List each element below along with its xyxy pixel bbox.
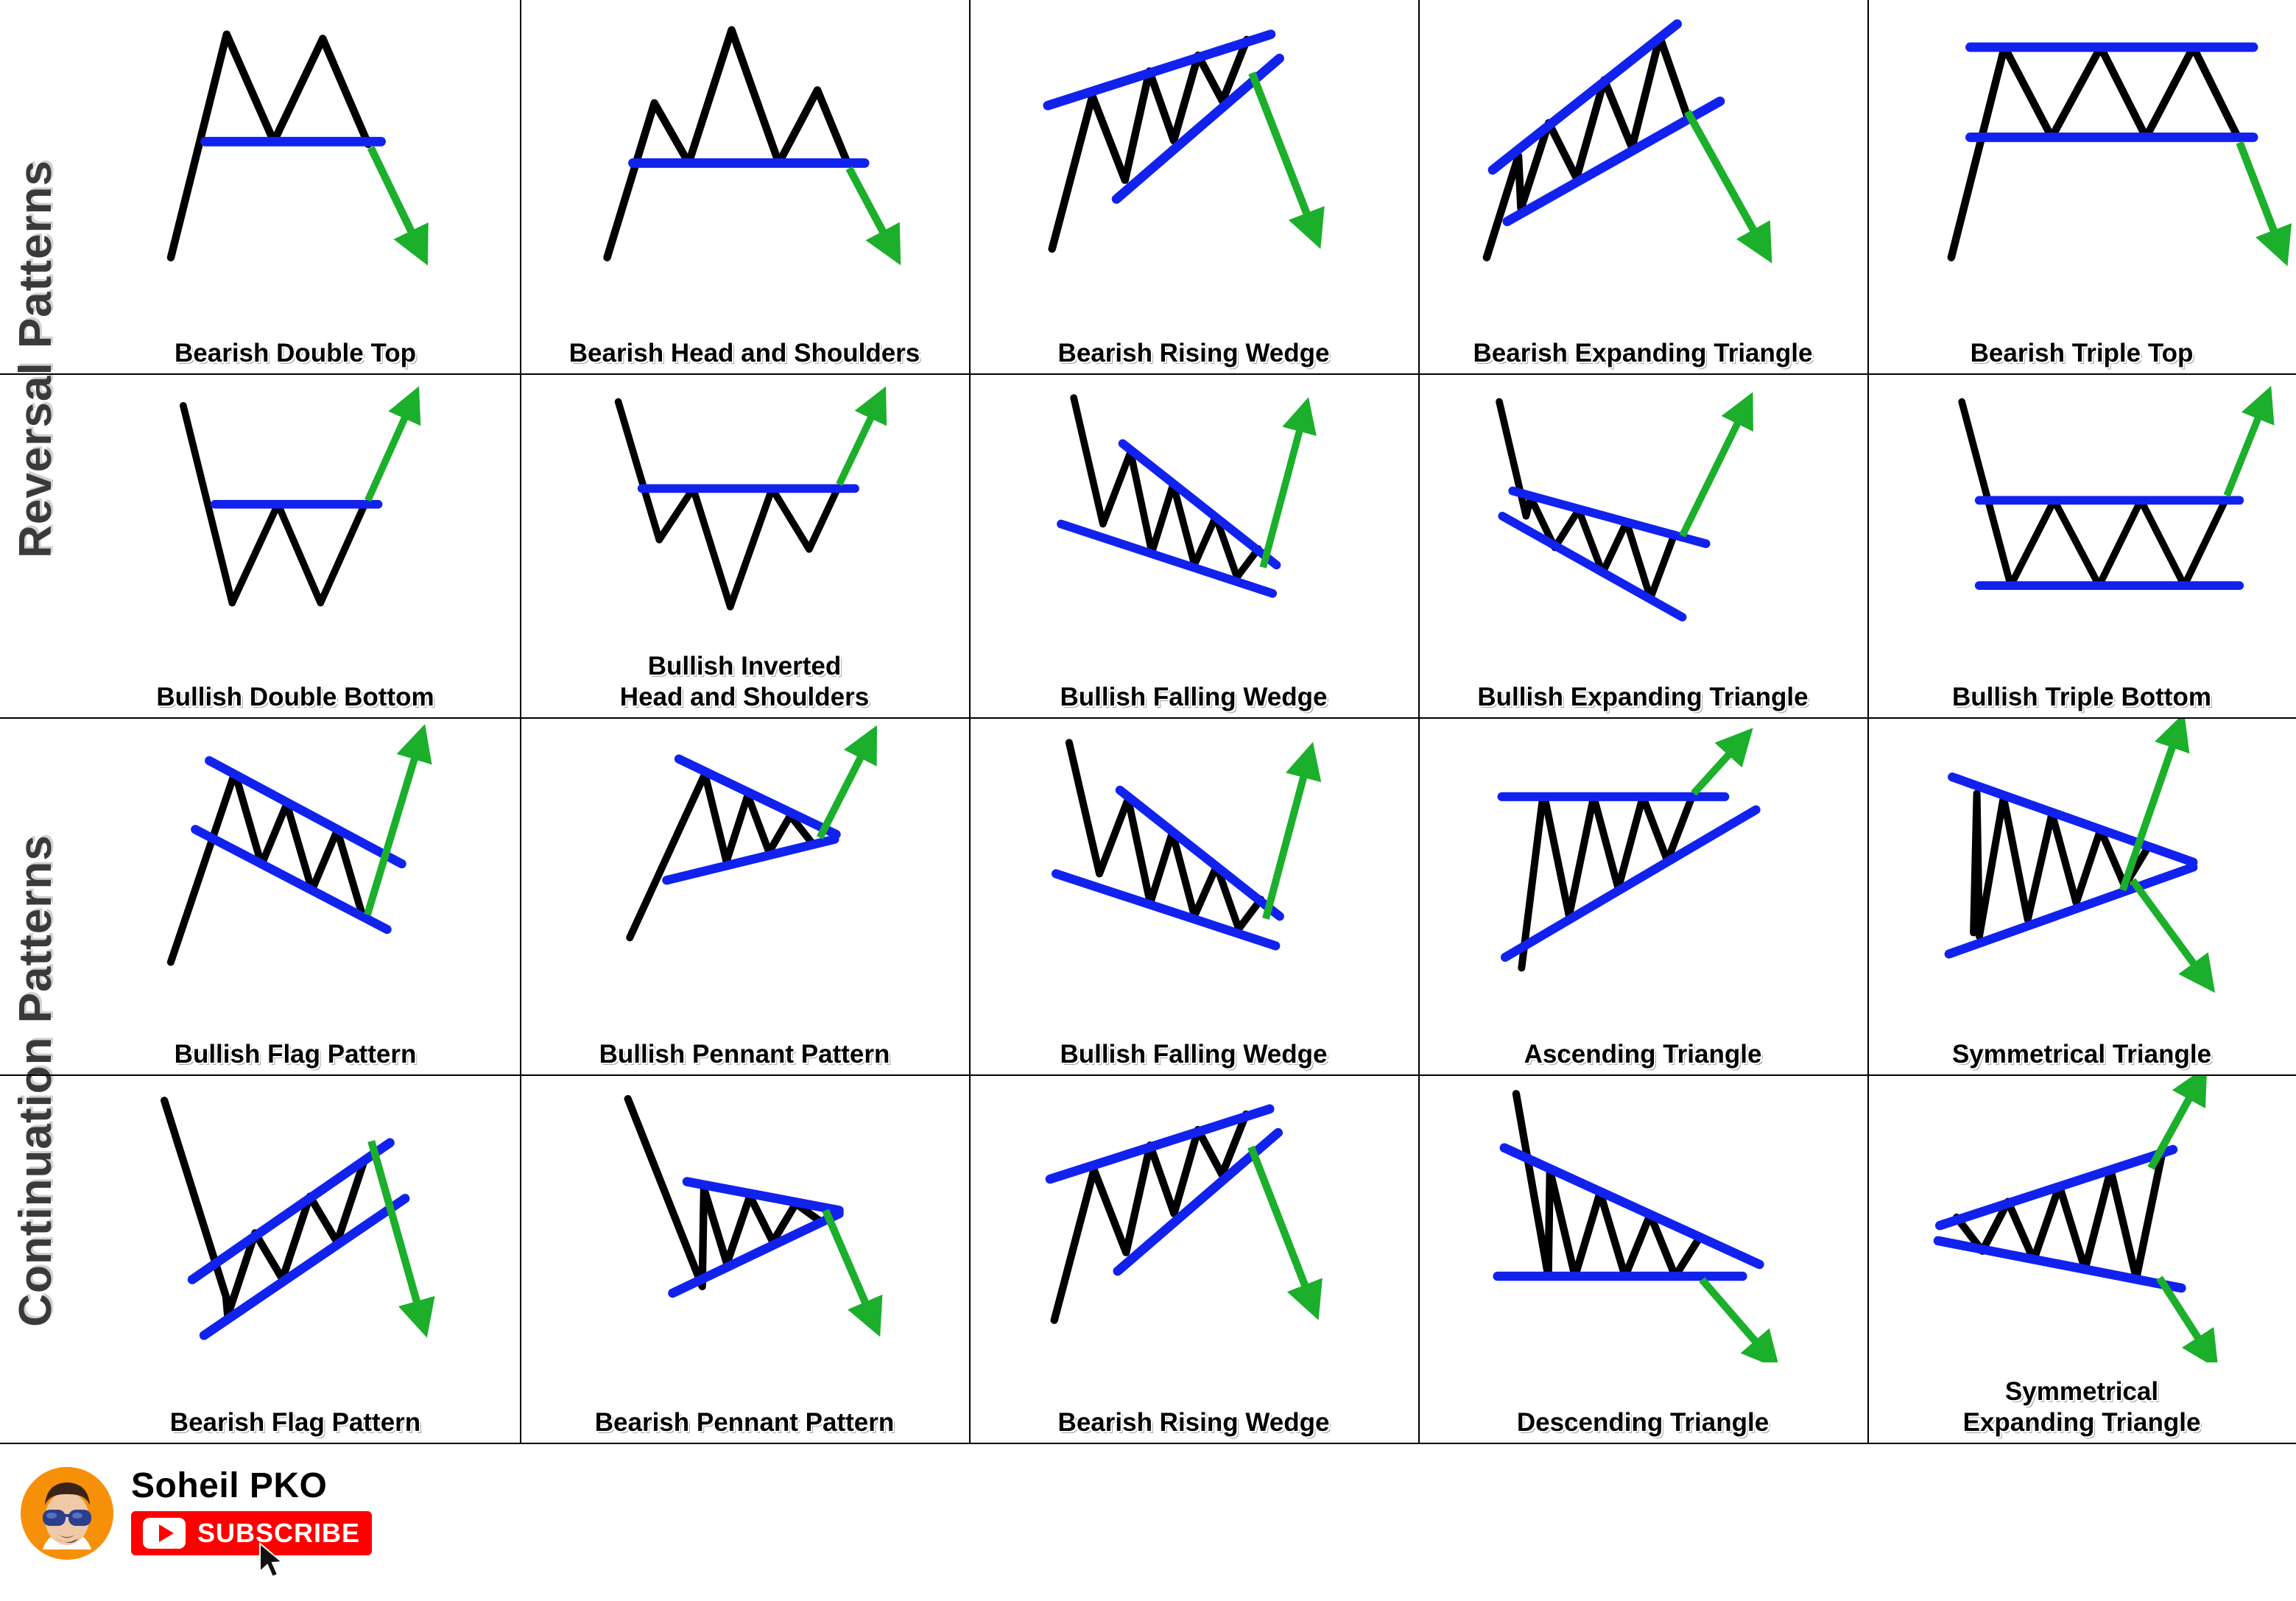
pattern-label: Bearish Expanding Triangle bbox=[1473, 338, 1813, 367]
pattern-cell-bull-flag[interactable]: Bullish Flag Pattern bbox=[71, 718, 520, 1075]
pattern-row: Bullish Flag Pattern Bullish Pennant Patt… bbox=[71, 718, 2296, 1075]
pattern-label: Bullish Falling Wedge bbox=[1060, 682, 1328, 711]
pattern-cell-double-top[interactable]: Bearish Double Top bbox=[71, 0, 520, 374]
pattern-cell-sym-expanding[interactable]: Symmetrical Expanding Triangle bbox=[1867, 1075, 2296, 1443]
pattern-label: Descending Triangle bbox=[1516, 1407, 1769, 1437]
pattern-label: Bearish Triple Top bbox=[1970, 338, 2194, 367]
pattern-diagram-triple-bottom bbox=[1867, 374, 2296, 642]
pattern-label: Bullish Double Bottom bbox=[156, 682, 434, 711]
pattern-cell-inv-head-shoulders[interactable]: Bullish Inverted Head and Shoulders bbox=[520, 374, 969, 718]
pattern-diagram-triple-top bbox=[1867, 0, 2296, 292]
section-label-continuation: Continuation Patterns bbox=[0, 718, 71, 1443]
pattern-label: Bullish Inverted Head and Shoulders bbox=[619, 652, 870, 711]
row-divider bbox=[0, 373, 2296, 375]
column-divider bbox=[520, 0, 521, 1443]
pattern-label: Ascending Triangle bbox=[1524, 1039, 1762, 1069]
pattern-label: Bullish Flag Pattern bbox=[174, 1039, 417, 1069]
pattern-cell-expanding-down[interactable]: Bullish Expanding Triangle bbox=[1418, 374, 1867, 718]
pattern-diagram-inv-head-shoulders bbox=[520, 374, 969, 642]
section-label-reversal: Reversal Patterns bbox=[0, 0, 71, 718]
pattern-diagram-bull-pennant bbox=[520, 718, 969, 996]
column-divider bbox=[1418, 0, 1420, 1443]
pattern-label: Bullish Pennant Pattern bbox=[599, 1039, 890, 1069]
pattern-label: Bearish Pennant Pattern bbox=[594, 1407, 895, 1437]
channel-name: Soheil PKO bbox=[131, 1466, 328, 1505]
pattern-label: Symmetrical Expanding Triangle bbox=[1962, 1377, 2201, 1437]
pattern-row: Bearish Double Top Bearish Head and Shoul… bbox=[71, 0, 2296, 374]
pattern-label: Bullish Falling Wedge bbox=[1060, 1039, 1328, 1069]
pattern-label: Bearish Head and Shoulders bbox=[568, 338, 920, 367]
pattern-cell-double-bottom[interactable]: Bullish Double Bottom bbox=[71, 374, 520, 718]
pattern-cell-bull-pennant[interactable]: Bullish Pennant Pattern bbox=[520, 718, 969, 1075]
pattern-label: Bullish Expanding Triangle bbox=[1477, 682, 1809, 711]
section-rail: Reversal Patterns Continuation Patterns bbox=[0, 0, 71, 1443]
pattern-cell-bear-flag[interactable]: Bearish Flag Pattern bbox=[71, 1075, 520, 1443]
pattern-diagram-bull-flag bbox=[71, 718, 520, 996]
column-divider bbox=[969, 0, 971, 1443]
pattern-diagram-falling-wedge-2 bbox=[969, 718, 1418, 996]
pattern-diagram-falling-wedge bbox=[969, 374, 1418, 642]
pattern-label: Bearish Flag Pattern bbox=[169, 1407, 421, 1437]
pattern-diagram-head-shoulders bbox=[520, 0, 969, 292]
pattern-grid: Bearish Double Top Bearish Head and Shoul… bbox=[71, 0, 2296, 1443]
row-divider bbox=[0, 1443, 2296, 1444]
pattern-cell-falling-wedge-2[interactable]: Bullish Falling Wedge bbox=[969, 718, 1418, 1075]
pattern-diagram-expanding-up bbox=[1418, 0, 1867, 292]
pattern-diagram-rising-wedge-2 bbox=[969, 1075, 1418, 1362]
avatar-face-sunglasses-icon bbox=[21, 1467, 113, 1560]
pattern-diagram-ascending-triangle bbox=[1418, 718, 1867, 996]
pattern-cell-triple-top[interactable]: Bearish Triple Top bbox=[1867, 0, 2296, 374]
pattern-cell-rising-wedge-2[interactable]: Bearish Rising Wedge bbox=[969, 1075, 1418, 1443]
row-divider bbox=[0, 1074, 2296, 1076]
pattern-cell-bear-pennant[interactable]: Bearish Pennant Pattern bbox=[520, 1075, 969, 1443]
pattern-row: Bearish Flag Pattern Bearish Pennant Patt… bbox=[71, 1075, 2296, 1443]
pattern-cell-triple-bottom[interactable]: Bullish Triple Bottom bbox=[1867, 374, 2296, 718]
pattern-diagram-bear-pennant bbox=[520, 1075, 969, 1362]
pattern-row: Bullish Double Bottom Bullish Inverted Hea… bbox=[71, 374, 2296, 718]
mouse-cursor-icon bbox=[258, 1541, 287, 1580]
pattern-diagram-expanding-down bbox=[1418, 374, 1867, 642]
row-divider bbox=[0, 717, 2296, 719]
section-label-reversal-text: Reversal Patterns bbox=[10, 160, 61, 558]
column-divider bbox=[1867, 0, 1869, 1443]
pattern-diagram-double-bottom bbox=[71, 374, 520, 642]
pattern-diagram-descending-triangle bbox=[1418, 1075, 1867, 1362]
pattern-cell-descending-triangle[interactable]: Descending Triangle bbox=[1418, 1075, 1867, 1443]
pattern-diagram-symmetrical-triangle bbox=[1867, 718, 2296, 996]
pattern-cell-expanding-up[interactable]: Bearish Expanding Triangle bbox=[1418, 0, 1867, 374]
subscribe-button[interactable]: SUBSCRIBE bbox=[131, 1511, 373, 1555]
pattern-diagram-bear-flag bbox=[71, 1075, 520, 1362]
pattern-cell-falling-wedge[interactable]: Bullish Falling Wedge bbox=[969, 374, 1418, 718]
pattern-diagram-sym-expanding bbox=[1867, 1075, 2296, 1362]
footer-branding: Soheil PKO SUBSCRIBE bbox=[0, 1445, 2296, 1601]
pattern-label: Symmetrical Triangle bbox=[1951, 1039, 2212, 1069]
pattern-cell-head-shoulders[interactable]: Bearish Head and Shoulders bbox=[520, 0, 969, 374]
chart-patterns-infographic: Reversal Patterns Continuation Patterns … bbox=[0, 0, 2296, 1601]
pattern-label: Bearish Rising Wedge bbox=[1057, 338, 1330, 367]
pattern-label: Bullish Triple Bottom bbox=[1952, 682, 2211, 711]
pattern-diagram-double-top bbox=[71, 0, 520, 292]
section-label-continuation-text: Continuation Patterns bbox=[10, 834, 61, 1327]
youtube-play-icon bbox=[143, 1518, 186, 1549]
pattern-label: Bearish Rising Wedge bbox=[1057, 1407, 1330, 1437]
pattern-diagram-rising-wedge bbox=[969, 0, 1418, 292]
pattern-cell-symmetrical-triangle[interactable]: Symmetrical Triangle bbox=[1867, 718, 2296, 1075]
pattern-label: Bearish Double Top bbox=[175, 338, 416, 367]
pattern-cell-ascending-triangle[interactable]: Ascending Triangle bbox=[1418, 718, 1867, 1075]
pattern-cell-rising-wedge[interactable]: Bearish Rising Wedge bbox=[969, 0, 1418, 374]
